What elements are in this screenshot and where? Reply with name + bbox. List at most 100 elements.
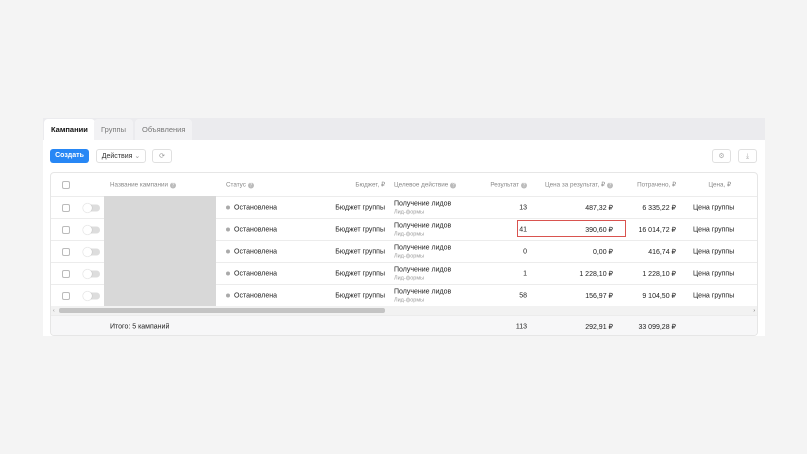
scroll-left-icon[interactable]: ‹ xyxy=(53,308,55,314)
cpr-cell: 0,00 ₽ xyxy=(592,248,613,256)
row-checkbox[interactable] xyxy=(62,225,70,234)
create-button[interactable]: Создать xyxy=(50,149,89,163)
target-cell: Получение лидов Лид-формы xyxy=(394,266,451,281)
help-icon: ? xyxy=(450,182,457,188)
tab-ads[interactable]: Объявления xyxy=(135,119,193,140)
price-cell: Цена группы xyxy=(693,204,735,211)
header-cpr-label: Цена за результат, ₽ xyxy=(544,181,605,188)
target-text: Получение лидов xyxy=(394,200,452,207)
status-cell: Остановлена xyxy=(226,248,277,255)
target-subtext: Лид-формы xyxy=(394,275,425,281)
footer-result: 113 xyxy=(515,323,527,330)
highlight-box xyxy=(517,220,626,237)
status-dot-icon xyxy=(226,205,230,210)
spent-cell: 16 014,72 ₽ xyxy=(638,226,676,234)
campaign-toggle[interactable] xyxy=(83,291,100,300)
status-text: Остановлена xyxy=(234,292,278,299)
header-name[interactable]: Название кампании? xyxy=(110,181,177,188)
header-spent[interactable]: Потрачено, ₽ xyxy=(637,181,676,188)
header-target-label: Целевое действие xyxy=(394,181,449,188)
refresh-icon: ⟳ xyxy=(159,153,165,160)
status-cell: Остановлена xyxy=(226,270,277,277)
target-subtext: Лид-формы xyxy=(394,297,425,303)
result-cell: 1 xyxy=(523,270,527,277)
help-icon: ? xyxy=(521,182,527,188)
tab-groups[interactable]: Группы xyxy=(94,119,133,140)
budget-cell: Бюджет группы xyxy=(335,248,385,255)
header-status-label: Статус xyxy=(226,181,246,188)
spent-cell: 6 335,22 ₽ xyxy=(642,204,676,212)
select-all-checkbox[interactable] xyxy=(62,180,70,189)
row-checkbox[interactable] xyxy=(62,203,70,212)
result-cell: 0 xyxy=(523,248,527,255)
result-cell: 13 xyxy=(519,204,527,211)
target-cell: Получение лидов Лид-формы xyxy=(394,200,451,215)
spent-cell: 416,74 ₽ xyxy=(648,248,676,256)
budget-cell: Бюджет группы xyxy=(335,270,385,277)
budget-cell: Бюджет группы xyxy=(335,292,385,299)
footer-cpr: 292,91 ₽ xyxy=(585,323,613,331)
price-cell: Цена группы xyxy=(693,292,735,299)
target-cell: Получение лидов Лид-формы xyxy=(394,222,451,237)
result-cell: 58 xyxy=(519,292,527,299)
campaign-toggle[interactable] xyxy=(83,247,100,256)
status-cell: Остановлена xyxy=(226,204,277,211)
campaign-toggle[interactable] xyxy=(83,225,100,234)
refresh-button[interactable]: ⟳ xyxy=(152,149,172,163)
redacted-campaign-names xyxy=(104,196,216,306)
price-cell: Цена группы xyxy=(693,270,735,277)
status-text: Остановлена xyxy=(234,226,278,233)
header-result[interactable]: Результат? xyxy=(490,181,527,188)
footer-label: Итого: 5 кампаний xyxy=(110,323,170,330)
row-checkbox[interactable] xyxy=(62,247,70,256)
header-budget[interactable]: Бюджет, ₽ xyxy=(355,181,385,188)
target-text: Получение лидов xyxy=(394,288,452,295)
status-text: Остановлена xyxy=(234,204,278,211)
tab-campaigns[interactable]: Кампании xyxy=(44,119,95,140)
header-price[interactable]: Цена, ₽ xyxy=(708,181,731,188)
settings-button[interactable]: ⚙ xyxy=(712,149,731,163)
target-cell: Получение лидов Лид-формы xyxy=(394,288,451,303)
price-cell: Цена группы xyxy=(693,226,735,233)
actions-dropdown[interactable]: Действия ⌄ xyxy=(96,149,146,163)
header-target[interactable]: Целевое действие? xyxy=(394,181,457,188)
target-text: Получение лидов xyxy=(394,266,452,273)
row-checkbox[interactable] xyxy=(62,269,70,278)
status-dot-icon xyxy=(226,293,230,298)
cpr-cell: 156,97 ₽ xyxy=(585,292,613,300)
horizontal-scrollbar[interactable]: ‹ › xyxy=(51,306,757,315)
status-dot-icon xyxy=(226,227,230,232)
campaign-toggle[interactable] xyxy=(83,203,100,212)
status-text: Остановлена xyxy=(234,270,278,277)
help-icon: ? xyxy=(607,182,613,188)
table-footer: Итого: 5 кампаний 113 292,91 ₽ 33 099,28… xyxy=(51,315,757,335)
help-icon: ? xyxy=(170,182,177,188)
target-subtext: Лид-формы xyxy=(394,253,425,259)
header-status[interactable]: Статус? xyxy=(226,181,254,188)
footer-spent: 33 099,28 ₽ xyxy=(638,323,676,331)
gear-icon: ⚙ xyxy=(718,153,725,160)
help-icon: ? xyxy=(247,182,254,188)
target-subtext: Лид-формы xyxy=(394,209,425,215)
tab-bar: Кампании Группы Объявления xyxy=(43,118,765,140)
download-icon: ⤓ xyxy=(745,153,750,160)
target-subtext: Лид-формы xyxy=(394,231,425,237)
scrollbar-thumb[interactable] xyxy=(59,308,385,313)
spent-cell: 1 228,10 ₽ xyxy=(642,270,676,278)
table-header: Название кампании? Статус? Бюджет, ₽ Цел… xyxy=(51,173,757,196)
budget-cell: Бюджет группы xyxy=(335,204,385,211)
scroll-right-icon[interactable]: › xyxy=(753,308,755,314)
target-text: Получение лидов xyxy=(394,222,452,229)
header-result-label: Результат xyxy=(490,181,519,188)
download-button[interactable]: ⤓ xyxy=(738,149,757,163)
price-cell: Цена группы xyxy=(693,248,735,255)
spent-cell: 9 104,50 ₽ xyxy=(642,292,676,300)
campaign-toggle[interactable] xyxy=(83,269,100,278)
header-cpr[interactable]: Цена за результат, ₽? xyxy=(545,181,613,188)
campaigns-panel: Кампании Группы Объявления Создать Дейст… xyxy=(43,118,765,336)
row-checkbox[interactable] xyxy=(62,291,70,300)
cpr-cell: 1 228,10 ₽ xyxy=(579,270,613,278)
status-cell: Остановлена xyxy=(226,292,277,299)
target-cell: Получение лидов Лид-формы xyxy=(394,244,451,259)
chevron-down-icon: ⌄ xyxy=(134,153,141,160)
